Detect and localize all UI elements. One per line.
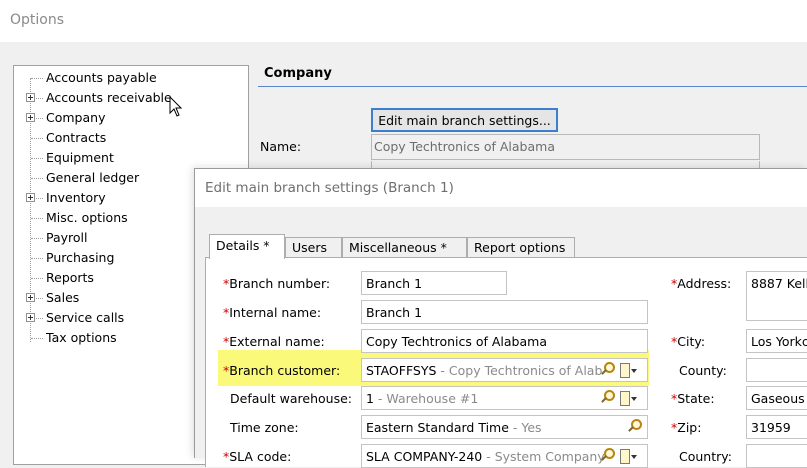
branch-number-label: *Branch number: [223,276,331,291]
tree-item-reports[interactable]: Reports [14,268,214,288]
tree-item-label: Sales [46,290,80,305]
tree-item-label: Payroll [46,230,88,245]
tree-item-inventory[interactable]: Inventory [14,188,214,208]
default-warehouse-label: Default warehouse: [230,391,352,406]
tree-item-accounts-payable[interactable]: Accounts payable [14,68,214,88]
dialog-title: Edit main branch settings (Branch 1) [205,180,454,196]
sla-code-label: *SLA code: [223,449,292,464]
search-icon[interactable] [600,448,615,462]
external-name-input[interactable]: Copy Techtronics of Alabama [361,329,648,353]
section-divider [258,86,807,87]
tree-item-company[interactable]: Company [14,108,214,128]
time-zone-input[interactable]: Eastern Standard Time - Yes [361,415,648,439]
tab-report-options[interactable]: Report options [467,237,575,258]
tree-item-label: Purchasing [46,250,115,265]
search-icon[interactable] [627,419,642,433]
tree-item-label: Inventory [46,190,106,205]
branch-number-input[interactable]: Branch 1 [361,271,507,295]
tree-item-label: Company [46,110,106,125]
city-input[interactable]: Los Yorkca [746,329,807,353]
branch-customer-label: *Branch customer: [223,363,341,378]
address-label: *Address: [671,276,732,291]
mouse-cursor-icon [169,96,183,117]
search-icon[interactable] [600,362,615,376]
tree-item-label: Accounts receivable [46,90,172,105]
options-titlebar: Options [0,0,807,42]
tree-item-equipment[interactable]: Equipment [14,148,214,168]
time-zone-label: Time zone: [230,420,299,435]
lookup-dropdown-icon[interactable] [620,363,638,378]
tree-item-label: Equipment [46,150,114,165]
address-input[interactable]: 8887 Kell [746,271,807,321]
tree-item-payroll[interactable]: Payroll [14,228,214,248]
tree-item-general-ledger[interactable]: General ledger [14,168,214,188]
tree-item-misc-options[interactable]: Misc. options [14,208,214,228]
tree-item-label: General ledger [46,170,140,185]
tree-item-purchasing[interactable]: Purchasing [14,248,214,268]
county-label: County: [679,363,727,378]
tree-item-sales[interactable]: Sales [14,288,214,308]
window-title: Options [10,12,65,28]
edit-branch-dialog: Edit main branch settings (Branch 1) Det… [194,168,807,468]
company-section-title: Company [264,66,332,81]
county-input[interactable] [746,358,807,382]
tree-item-service-calls[interactable]: Service calls [14,308,214,328]
expand-icon[interactable] [26,293,35,302]
expand-icon[interactable] [26,93,35,102]
expand-icon[interactable] [26,313,35,322]
expand-icon[interactable] [26,193,35,202]
name-label: Name: [260,139,302,154]
dialog-titlebar: Edit main branch settings (Branch 1) [195,169,807,207]
internal-name-label: *Internal name: [223,305,322,320]
edit-main-branch-button[interactable]: Edit main branch settings... [371,108,558,132]
tree-item-accounts-receivable[interactable]: Accounts receivable [14,88,214,108]
lookup-dropdown-icon[interactable] [620,391,638,406]
country-input[interactable] [746,444,807,468]
tree-item-label: Reports [46,270,94,285]
country-label: Country: [679,449,732,464]
tree-item-label: Tax options [46,330,117,345]
tree-item-label: Accounts payable [46,70,157,85]
state-input[interactable]: Gaseous [746,386,807,410]
state-label: *State: [671,391,715,406]
tree-item-tax-options[interactable]: Tax options [14,328,214,348]
internal-name-input[interactable]: Branch 1 [361,300,648,324]
tab-users[interactable]: Users [285,237,342,258]
expand-icon[interactable] [26,113,35,122]
tree-item-label: Misc. options [46,210,128,225]
city-label: *City: [671,334,706,349]
tab-details[interactable]: Details * [209,234,285,259]
tab-miscellaneous[interactable]: Miscellaneous * [342,237,467,258]
tree-item-label: Contracts [46,130,107,145]
search-icon[interactable] [600,390,615,404]
company-name-field[interactable]: Copy Techtronics of Alabama [371,134,760,160]
tree-item-contracts[interactable]: Contracts [14,128,214,148]
zip-label: *Zip: [671,420,702,435]
lookup-dropdown-icon[interactable] [620,449,638,464]
zip-input[interactable]: 31959 [746,415,807,439]
tree-item-label: Service calls [46,310,125,325]
external-name-label: *External name: [223,334,325,349]
